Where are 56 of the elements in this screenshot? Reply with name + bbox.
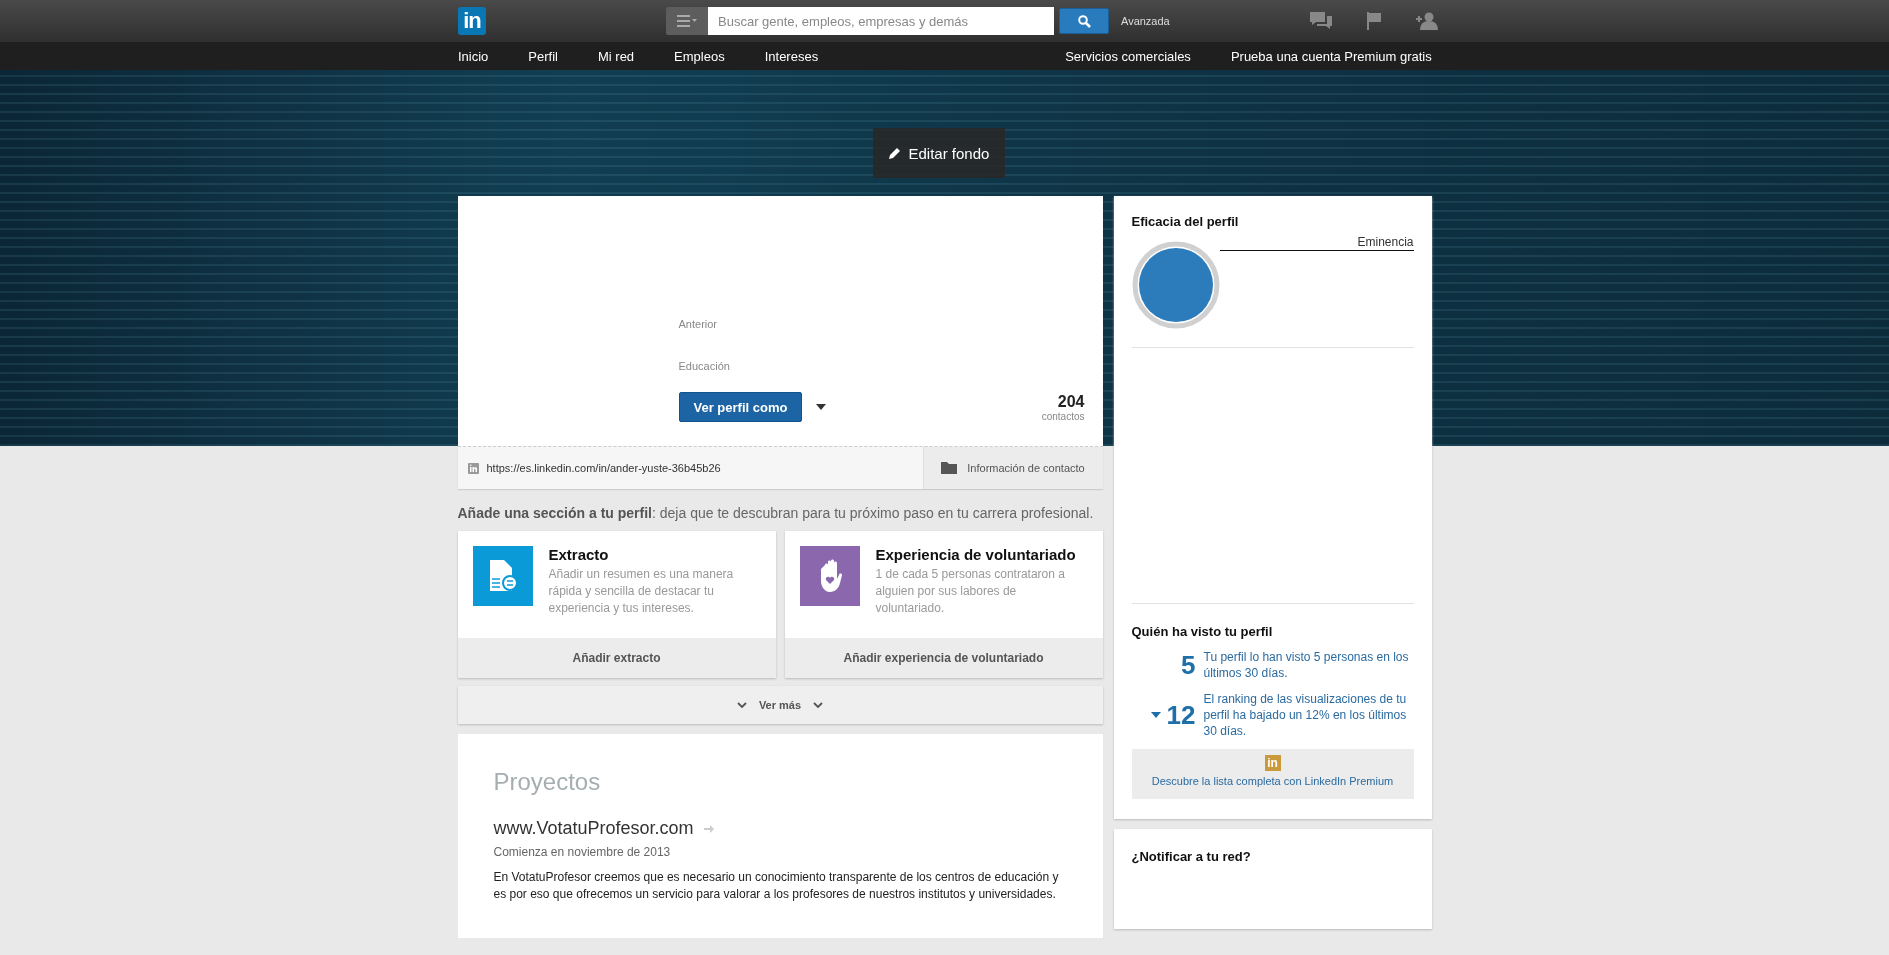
advanced-search-link[interactable]: Avanzada (1121, 15, 1170, 27)
suggestion-title: Experiencia de voluntariado (875, 546, 1077, 563)
contact-info-button[interactable]: Información de contacto (922, 447, 1103, 489)
contacts-label: contactos (1041, 410, 1085, 422)
premium-logo: in (1264, 755, 1281, 771)
edit-background-button[interactable]: Editar fondo (872, 128, 1006, 178)
nav-link[interactable]: Mi red (598, 48, 635, 64)
down-caret-icon (1150, 712, 1161, 718)
suggestion-title: Extracto (548, 546, 610, 563)
premium-link[interactable]: in Descubre la lista completa con LinkedIn Premium (1131, 749, 1414, 799)
stat-text: Tu perfil lo han visto 5 personas en los últimos 30 días. (1203, 649, 1410, 681)
add-section-prompt: Añade una sección a tu perfil: deja que te descubran para tu próximo paso en tu carrera profesional. (457, 505, 1095, 521)
add-section-button[interactable]: Añadir extracto (457, 638, 776, 678)
stat-text: El ranking de las visualizaciones de tu perfil ha bajado un 12% en los últimos 30 días. (1203, 691, 1408, 739)
document-icon (487, 559, 518, 593)
messages-icon[interactable] (1309, 12, 1332, 30)
field-label: Anterior (678, 318, 719, 332)
nav-link[interactable]: Perfil (528, 48, 558, 64)
card-title: Eficacia del perfil (1131, 214, 1240, 229)
search-button[interactable] (1059, 8, 1109, 34)
view-profile-as-button[interactable]: Ver perfil como (678, 392, 803, 422)
search-icon (1077, 14, 1091, 28)
logo[interactable]: in (458, 7, 486, 35)
chevron-icon (736, 702, 747, 708)
project-date: Comienza en noviembre de 2013 (493, 845, 672, 859)
suggestion-description: Añadir un resumen es una manera rápida y sencilla de destacar tu experiencia y tus intereses. (548, 566, 735, 617)
nav-link[interactable]: Inicio (458, 48, 489, 64)
add-person-icon[interactable] (1415, 12, 1438, 30)
field-label: Educación (678, 360, 731, 374)
section-heading: Proyectos (493, 768, 602, 796)
search-field[interactable]: Buscar gente, empleos, empresas y demás (708, 7, 1054, 35)
stat-number: 5 (1180, 649, 1196, 681)
folder-icon (941, 462, 958, 474)
menu-button[interactable] (666, 7, 708, 35)
suggestion-description: 1 de cada 5 personas contrataron a alguien por sus labores de voluntariado. (875, 566, 1066, 617)
gauge-label: Eminencia (1219, 235, 1414, 251)
project-description: En VotatuProfesor creemos que es necesario un conocimiento transparente de los centros de educación y es por eso que ofrecemos un servicio para valorar a los profesores de nuestros institutos y universidades. (493, 869, 1060, 903)
chevron-icon (813, 702, 824, 708)
nav-link[interactable]: Intereses (764, 48, 819, 64)
contacts-count: 204 (1057, 392, 1085, 411)
flag-icon[interactable] (1365, 12, 1382, 30)
caret-icon[interactable] (816, 404, 827, 410)
arrow-icon (703, 824, 714, 833)
profile-url[interactable]: https://es.linkedin.com/in/ander-yuste-36b45b26 (457, 447, 923, 489)
stat-number: 12 (1131, 691, 1196, 739)
nav-link[interactable]: Empleos (674, 48, 725, 64)
card-title: Quién ha visto tu perfil (1131, 624, 1274, 639)
linkedin-icon (467, 462, 479, 474)
nav-link[interactable]: Servicios comerciales (1065, 48, 1191, 64)
pencil-icon (888, 147, 901, 159)
add-section-button[interactable]: Añadir experiencia de voluntariado (784, 638, 1103, 678)
card-title: ¿Notificar a tu red? (1131, 849, 1252, 864)
nav-link[interactable]: Prueba una cuenta Premium gratis (1230, 48, 1432, 64)
see-more-button[interactable]: Ver más (457, 686, 1103, 724)
menu-icon (677, 15, 697, 27)
project-title[interactable]: www.VotatuProfesor.com (493, 818, 714, 839)
